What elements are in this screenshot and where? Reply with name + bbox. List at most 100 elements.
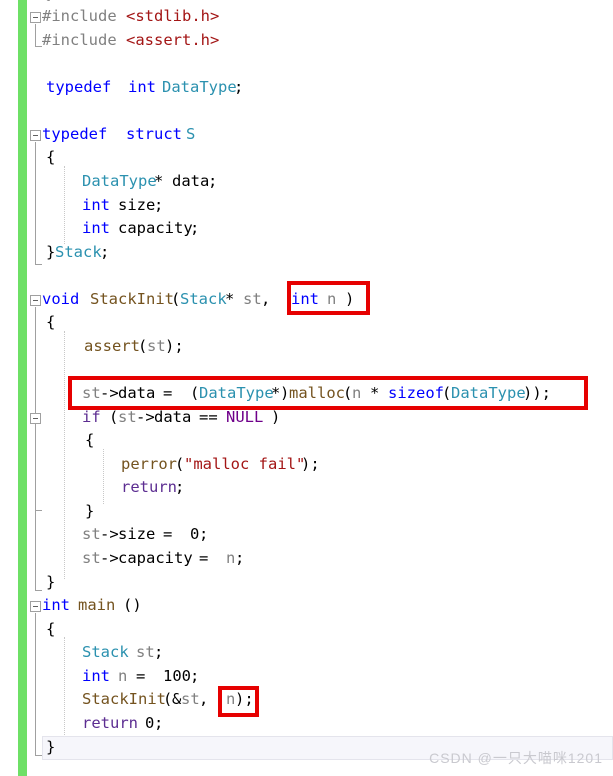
collapse-toggle-icon[interactable] (30, 130, 41, 141)
code-token: int (42, 596, 70, 614)
code-token: ; (208, 172, 218, 190)
code-token: perror (121, 455, 177, 473)
code-token: ( (171, 290, 181, 308)
code-token: return (82, 714, 138, 732)
code-line[interactable]: void StackInit(Stack * st, int n) (0, 288, 613, 312)
code-token: )); (523, 384, 551, 402)
code-token: data (172, 172, 210, 190)
code-token: st (181, 690, 200, 708)
code-token: return (121, 478, 177, 496)
code-token: 100 (163, 667, 191, 685)
code-token: , (199, 690, 209, 708)
code-line[interactable]: } (0, 571, 613, 595)
code-line[interactable] (0, 264, 613, 288)
code-token: if (82, 408, 101, 426)
code-token: = (163, 384, 173, 402)
code-token: st (147, 337, 166, 355)
code-token: st (118, 408, 137, 426)
code-token: typedef (46, 78, 112, 96)
code-token: Stack (180, 290, 227, 308)
code-line[interactable]: int main () (0, 594, 613, 618)
code-token: NULL (226, 408, 264, 426)
code-line[interactable]: DataType * data; (0, 170, 613, 194)
code-token: == (199, 408, 218, 426)
code-token: , (261, 290, 271, 308)
code-token: ( (138, 337, 148, 355)
code-token: st (82, 525, 101, 543)
code-token: ( (343, 384, 353, 402)
code-line[interactable]: { (0, 618, 613, 642)
code-token: ); (165, 337, 184, 355)
code-token: -> (136, 408, 155, 426)
code-token: DataType (162, 78, 237, 96)
code-line[interactable] (0, 99, 613, 123)
code-line[interactable]: } (0, 500, 613, 524)
watermark-text: CSDN @一只大喵咪1201 (429, 750, 603, 766)
code-line[interactable]: st -> capacity = n; (0, 547, 613, 571)
code-token: 0 (145, 714, 155, 732)
collapse-toggle-icon[interactable] (30, 601, 41, 612)
code-token: StackInit (90, 290, 174, 308)
code-token: S (186, 125, 196, 143)
code-token: int (82, 667, 110, 685)
code-token: typedef (42, 125, 108, 143)
code-text-surface[interactable]: { #include <stdlib.h> #include <assert.h> typ… (0, 0, 613, 776)
code-line[interactable] (0, 52, 613, 76)
code-token: { (46, 148, 56, 166)
code-token: size (118, 196, 156, 214)
code-line[interactable]: return 0; (0, 712, 613, 736)
code-line[interactable]: assert(st); (0, 335, 613, 359)
code-token: & (172, 690, 182, 708)
code-line[interactable]: Stack st; (0, 641, 613, 665)
code-token: ; (154, 643, 164, 661)
code-token: () (123, 596, 142, 614)
collapse-toggle-icon[interactable] (30, 12, 41, 23)
code-token: ); (235, 690, 254, 708)
code-token: ; (175, 478, 185, 496)
code-token: Stack (82, 643, 129, 661)
code-line[interactable]: { (0, 311, 613, 335)
code-line[interactable]: #include <assert.h> (0, 29, 613, 53)
code-token: { (46, 313, 56, 331)
code-token: int (128, 78, 156, 96)
code-line[interactable]: int n = 100; (0, 665, 613, 689)
code-line[interactable]: st -> size = 0; (0, 523, 613, 547)
code-line[interactable]: StackInit(& st, n); (0, 688, 613, 712)
code-token: st (243, 290, 262, 308)
code-token: ( (442, 384, 452, 402)
code-token: StackInit (82, 690, 166, 708)
code-line[interactable]: typedef struct S (0, 123, 613, 147)
code-token: n (352, 384, 362, 402)
code-line[interactable]: } Stack; (0, 241, 613, 265)
code-line[interactable] (0, 358, 613, 382)
code-token: data (118, 384, 156, 402)
code-token: capacity (118, 219, 193, 237)
collapse-toggle-icon[interactable] (30, 295, 41, 306)
code-line[interactable]: if (st -> data == NULL) (0, 406, 613, 430)
code-token: ( (190, 384, 200, 402)
code-line[interactable]: #include <stdlib.h> (0, 5, 613, 29)
code-line[interactable]: st -> data =(DataType *) malloc(n * sizeof(Data… (0, 382, 613, 406)
code-line[interactable]: int size; (0, 194, 613, 218)
code-token: DataType (82, 172, 157, 190)
code-token: = (136, 667, 146, 685)
code-token: assert (84, 337, 140, 355)
code-token: = (199, 549, 209, 567)
code-token: ); (301, 455, 320, 473)
code-line[interactable]: perror("malloc fail"); (0, 453, 613, 477)
collapse-toggle-icon[interactable] (30, 413, 41, 424)
code-line[interactable]: { (0, 429, 613, 453)
code-line[interactable]: int capacity; (0, 217, 613, 241)
code-token: int (82, 196, 110, 214)
code-token: } (46, 738, 56, 756)
code-line[interactable]: return; (0, 476, 613, 500)
code-token: void (42, 290, 80, 308)
code-line[interactable]: typedef int DataType; (0, 76, 613, 100)
code-token: struct (126, 125, 182, 143)
code-token: st (82, 549, 101, 567)
code-token: = (163, 525, 173, 543)
code-token: ( (163, 690, 173, 708)
code-line[interactable]: { (0, 146, 613, 170)
code-token: "malloc fail" (184, 455, 306, 473)
code-editor[interactable]: { #include <stdlib.h> #include <assert.h> typ… (0, 0, 613, 776)
